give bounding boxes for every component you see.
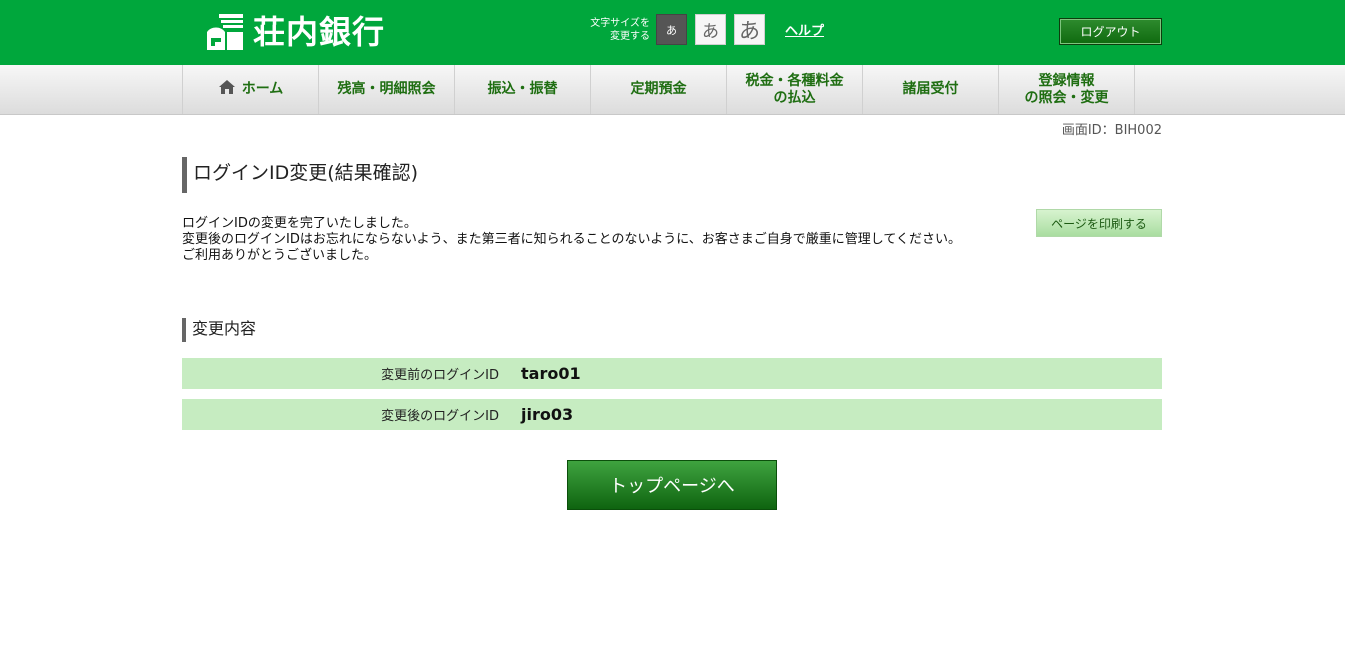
nav-tax-payment[interactable]: 税金・各種料金 の払込 [727, 65, 863, 114]
home-icon [218, 79, 236, 100]
font-size-label: 文字サイズを 変更する [590, 17, 650, 42]
nav-transfer[interactable]: 振込・振替 [455, 65, 591, 114]
global-nav: ホーム 残高・明細照会 振込・振替 定期預金 税金・各種料金 の払込 諸届受付 … [0, 65, 1345, 115]
detail-label: 変更後のログインID [381, 409, 499, 424]
screen-id: 画面ID：BIH002 [1061, 123, 1162, 138]
section-title: 変更内容 [182, 318, 256, 342]
nav-applications[interactable]: 諸届受付 [863, 65, 999, 114]
detail-label: 変更前のログインID [381, 368, 499, 383]
detail-row-old-id: 変更前のログインID taro01 [182, 358, 1162, 389]
bank-logo[interactable]: 荘内銀行 [205, 12, 385, 52]
bank-logo-icon [205, 12, 245, 52]
nav-time-deposit[interactable]: 定期預金 [591, 65, 727, 114]
detail-value: taro01 [521, 364, 581, 383]
page-title: ログインID変更(結果確認) [182, 157, 418, 193]
font-size-small-button[interactable]: あ [656, 14, 687, 45]
print-page-button[interactable]: ページを印刷する [1036, 209, 1162, 237]
bank-name: 荘内銀行 [253, 13, 386, 51]
nav-home-label: ホーム [241, 81, 284, 97]
header-bar: 荘内銀行 文字サイズを 変更する あ あ あ ヘルプ ログアウト [0, 0, 1345, 65]
completion-message: ログインIDの変更を完了いたしました。 変更後のログインIDはお忘れにならないよ… [182, 216, 962, 263]
font-size-switcher: 文字サイズを 変更する あ あ あ ヘルプ [580, 14, 824, 45]
detail-row-new-id: 変更後のログインID jiro03 [182, 399, 1162, 430]
font-size-medium-button[interactable]: あ [695, 14, 726, 45]
help-link[interactable]: ヘルプ [785, 20, 824, 39]
logout-button[interactable]: ログアウト [1059, 18, 1162, 45]
nav-balance[interactable]: 残高・明細照会 [319, 65, 455, 114]
top-page-button[interactable]: トップページへ [567, 460, 777, 510]
nav-home[interactable]: ホーム [183, 65, 319, 114]
nav-registration[interactable]: 登録情報 の照会・変更 [999, 65, 1135, 114]
font-size-large-button[interactable]: あ [734, 14, 765, 45]
detail-value: jiro03 [521, 405, 574, 424]
